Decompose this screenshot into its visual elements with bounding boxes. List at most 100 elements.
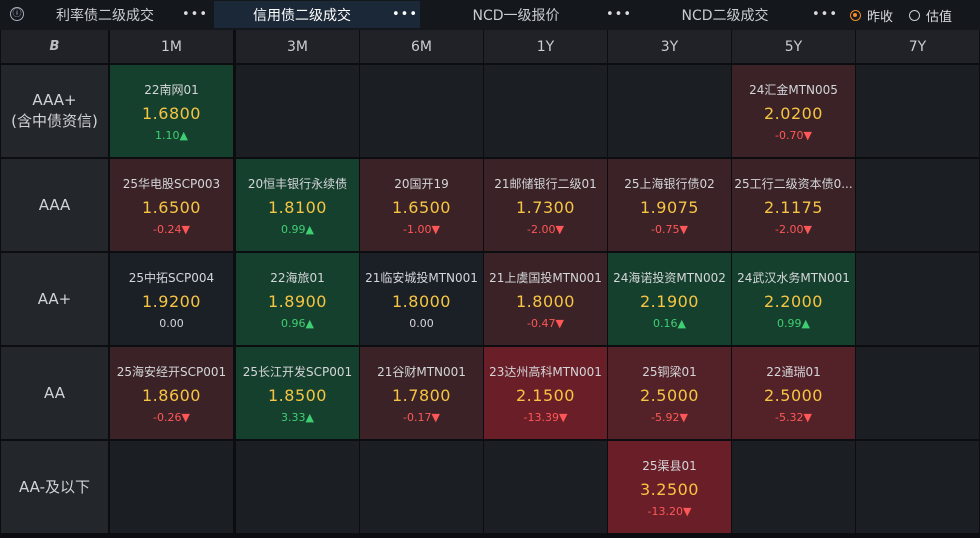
bond-cell[interactable]: 24海诺投资MTN002 2.1900 0.16▲ [608,253,731,345]
bond-yield: 2.5000 [640,385,699,405]
more-icon[interactable]: ••• [390,7,420,22]
yield-change-value: -0.24 [153,222,182,236]
tab-ncd-primary-quote[interactable]: NCD一级报价 ••• [428,1,634,28]
arrow-down-icon: ▼ [555,222,564,236]
yield-change: -1.00▼ [403,223,440,236]
yield-change: 0.16▲ [653,317,686,330]
yield-matrix: B 1M 3M 6M 1Y 3Y 5Y 7Y AAA+ (含中债资信) 22南网01 1.6800… [0,30,980,538]
yield-change: -13.20▼ [648,505,692,518]
empty-cell [856,159,979,251]
rating-row-header: AAA [1,159,108,251]
bond-name: 24武汉水务MTN001 [737,270,850,285]
bond-yield: 1.9075 [640,197,699,217]
yield-change-value: 1.10 [155,128,180,142]
yield-change-value: 0.99 [777,316,802,330]
yield-change-value: -2.00 [775,222,804,236]
bond-cell[interactable]: 25上海银行债02 1.9075 -0.75▼ [608,159,731,251]
bond-name: 25上海银行债02 [624,176,715,191]
bond-name: 21临安城投MTN001 [365,270,478,285]
bond-cell[interactable]: 22通瑞01 2.5000 -5.32▼ [732,347,855,439]
yield-change-value: -0.26 [153,410,182,424]
more-icon[interactable]: ••• [180,7,210,22]
tab-ncd-secondary[interactable]: NCD二级成交 ••• [640,1,840,28]
yield-change: -0.17▼ [403,411,440,424]
arrow-down-icon: ▼ [181,222,190,236]
empty-cell [110,441,233,533]
term-header: 3M [236,30,359,63]
arrow-down-icon: ▼ [803,410,812,424]
arrow-up-icon: ▲ [305,410,314,424]
bond-cell[interactable]: 21邮储银行二级01 1.7300 -2.00▼ [484,159,607,251]
empty-cell [856,347,979,439]
bond-cell[interactable]: 25工行二级资本债0... 2.1175 -2.00▼ [732,159,855,251]
arrow-down-icon: ▼ [679,222,688,236]
arrow-down-icon: ▼ [181,410,190,424]
bond-cell[interactable]: 25华电股SCP003 1.6500 -0.24▼ [110,159,233,251]
yield-change-value: -13.20 [647,504,683,518]
bond-yield: 2.1900 [640,291,699,311]
tab-rate-bond-secondary[interactable]: 利率债二级成交 ••• [30,1,210,28]
bond-cell[interactable]: 23达州高科MTN001 2.1500 -13.39▼ [484,347,607,439]
rating-row-header: AA+ [1,253,108,345]
bond-cell[interactable]: 22南网01 1.6800 1.10▲ [110,65,233,157]
info-icon[interactable]: ⓘ [10,7,24,21]
bond-name: 21上虞国投MTN001 [489,270,602,285]
tab-label: 利率债二级成交 [56,7,154,24]
radio-prev-close[interactable]: 昨收 [850,6,893,25]
yield-change: -2.00▼ [527,223,564,236]
bond-yield: 1.8100 [268,197,327,217]
empty-cell [732,441,855,533]
bond-cell[interactable]: 22海旅01 1.8900 0.96▲ [236,253,359,345]
bond-cell[interactable]: 20恒丰银行永续债 1.8100 0.99▲ [236,159,359,251]
bond-cell[interactable]: 20国开19 1.6500 -1.00▼ [360,159,483,251]
yield-change-value: -0.17 [403,410,432,424]
yield-change-value: 0.99 [281,222,306,236]
bond-name: 20恒丰银行永续债 [247,176,348,191]
bond-cell[interactable]: 25长江开发SCP001 1.8500 3.33▲ [236,347,359,439]
yield-change: 0.99▲ [281,223,314,236]
bond-cell[interactable]: 21上虞国投MTN001 1.8000 -0.47▼ [484,253,607,345]
radio-valuation[interactable]: 估值 [909,6,952,25]
tab-credit-bond-secondary[interactable]: 信用债二级成交 ••• [214,1,420,28]
bond-name: 22海旅01 [270,270,325,285]
bond-cell[interactable]: 21临安城投MTN001 1.8000 0.00 [360,253,483,345]
bond-cell[interactable]: 24武汉水务MTN001 2.2000 0.99▲ [732,253,855,345]
arrow-down-icon: ▼ [431,410,440,424]
bond-cell[interactable]: 21谷财MTN001 1.7800 -0.17▼ [360,347,483,439]
arrow-up-icon: ▲ [305,316,314,330]
bond-yield: 2.5000 [764,385,823,405]
bond-yield: 1.7800 [392,385,451,405]
yield-change-value: 3.33 [281,410,306,424]
bond-cell[interactable]: 25铜梁01 2.5000 -5.92▼ [608,347,731,439]
bond-name: 21邮储银行二级01 [494,176,597,191]
arrow-down-icon: ▼ [679,410,688,424]
rating-row-header: AA-及以下 [1,441,108,533]
bond-yield: 1.8500 [268,385,327,405]
bond-yield: 1.8600 [142,385,201,405]
more-icon[interactable]: ••• [810,7,840,22]
rating-row-header: AA [1,347,108,439]
empty-cell [856,441,979,533]
empty-cell [360,65,483,157]
yield-change-value: 0.96 [281,316,306,330]
bond-name: 22通瑞01 [766,364,821,379]
yield-change-value: -0.70 [775,128,804,142]
arrow-up-icon: ▲ [179,128,188,142]
tab-label: 信用债二级成交 [253,7,351,24]
more-icon[interactable]: ••• [604,7,634,22]
bond-yield: 1.6500 [392,197,451,217]
arrow-down-icon: ▼ [803,128,812,142]
bond-yield: 1.6800 [142,103,201,123]
bond-cell[interactable]: 25渠县01 3.2500 -13.20▼ [608,441,731,533]
radio-label: 估值 [926,10,953,25]
bond-name: 25中拓SCP004 [128,270,215,285]
yield-change: -0.26▼ [153,411,190,424]
bond-yield: 3.2500 [640,479,699,499]
yield-change: -5.92▼ [651,411,688,424]
bond-cell[interactable]: 24汇金MTN005 2.0200 -0.70▼ [732,65,855,157]
bond-yield: 1.9200 [142,291,201,311]
bond-cell[interactable]: 25中拓SCP004 1.9200 0.00 [110,253,233,345]
arrow-up-icon: ▲ [305,222,314,236]
empty-cell [608,65,731,157]
bond-cell[interactable]: 25海安经开SCP001 1.8600 -0.26▼ [110,347,233,439]
